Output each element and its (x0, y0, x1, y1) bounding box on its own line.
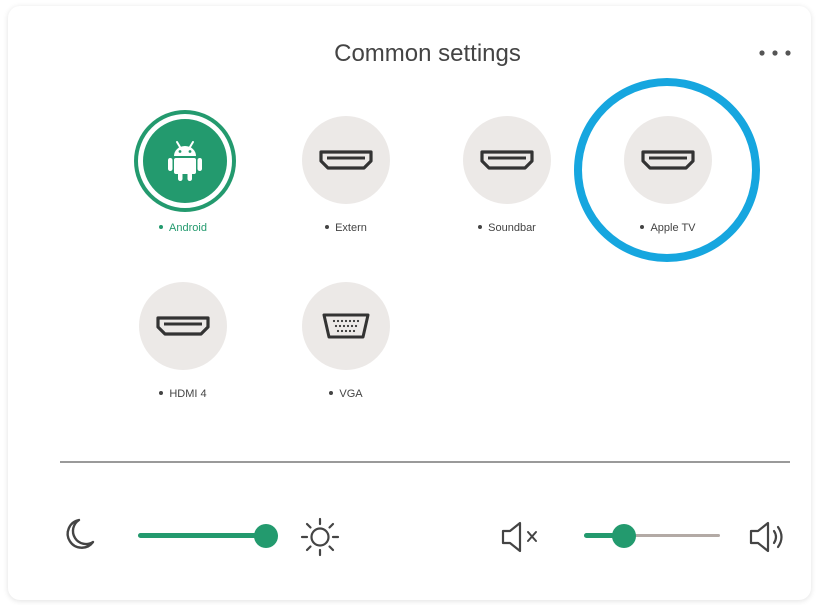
label-text: VGA (339, 388, 363, 400)
vga-icon (322, 313, 370, 339)
more-icon (759, 50, 791, 56)
sun-icon (300, 517, 340, 557)
page-title: Common settings (334, 40, 521, 67)
source-extern-label: Extern (276, 222, 416, 234)
source-soundbar[interactable]: Soundbar (437, 116, 577, 266)
dot (325, 225, 330, 230)
dot (329, 391, 334, 396)
source-vga[interactable]: VGA (276, 282, 416, 432)
source-soundbar-label: Soundbar (437, 222, 577, 234)
source-vga-tile (302, 282, 390, 370)
divider (60, 461, 790, 463)
source-android[interactable]: Android (113, 114, 253, 266)
source-hdmi-4[interactable]: HDMI 4 (113, 282, 253, 432)
label-text: Extern (335, 222, 367, 234)
source-hdmi-4-label: HDMI 4 (113, 388, 253, 400)
hdmi-icon (480, 150, 534, 170)
mute-icon (501, 521, 537, 553)
dot (640, 225, 645, 230)
hdmi-icon (641, 150, 695, 170)
volume-slider[interactable] (584, 524, 720, 548)
hdmi-icon (319, 150, 373, 170)
brightness-thumb[interactable] (254, 524, 278, 548)
moon-icon (66, 518, 95, 549)
label-text: Soundbar (488, 222, 536, 234)
source-extern[interactable]: Extern (276, 116, 416, 266)
source-vga-label: VGA (276, 388, 416, 400)
brightness-slider[interactable] (138, 524, 278, 548)
source-extern-tile (302, 116, 390, 204)
volume-mute-button[interactable] (500, 520, 548, 559)
label-text: HDMI 4 (169, 388, 207, 400)
android-icon (168, 141, 202, 181)
more-options-button[interactable] (753, 42, 798, 64)
source-apple-tv-tile (624, 116, 712, 204)
dot (159, 391, 164, 396)
brightness-max-button[interactable] (300, 517, 340, 562)
brightness-min-button[interactable] (62, 516, 96, 559)
source-android-tile (138, 114, 232, 208)
label-text: Android (169, 222, 207, 234)
brightness-fill (138, 533, 266, 538)
source-apple-tv-label: Apple TV (598, 222, 738, 234)
volume-icon (749, 521, 783, 553)
source-apple-tv[interactable]: Apple TV (598, 116, 738, 266)
volume-max-button[interactable] (748, 520, 796, 559)
source-android-label: Android (113, 222, 253, 234)
dot (478, 225, 483, 230)
hdmi-icon (156, 316, 210, 336)
label-text: Apple TV (650, 222, 696, 234)
source-soundbar-tile (463, 116, 551, 204)
source-hdmi-4-tile (139, 282, 227, 370)
active-dot (159, 225, 164, 230)
volume-thumb[interactable] (612, 524, 636, 548)
